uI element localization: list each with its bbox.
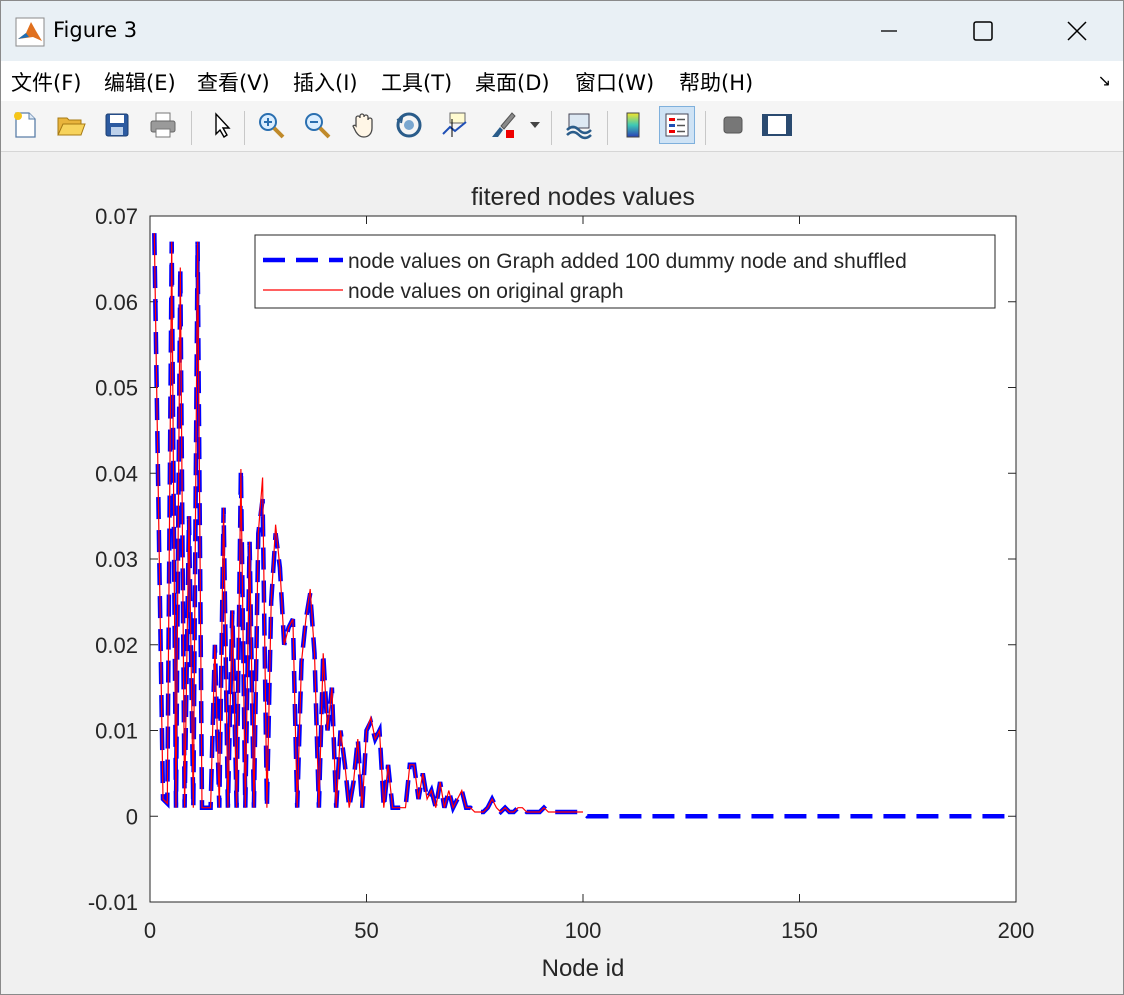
brush-icon[interactable] <box>485 106 521 144</box>
toolbar <box>1 101 1123 152</box>
menu-desktop[interactable]: 桌面(D) <box>475 67 550 97</box>
minimize-icon <box>881 30 897 32</box>
close-icon <box>1067 21 1087 41</box>
close-button[interactable] <box>1031 1 1123 61</box>
y-tick-label: 0 <box>126 804 138 829</box>
line-chart[interactable]: -0.0100.010.020.030.040.050.060.07 0 50 10… <box>1 152 1123 994</box>
menu-help[interactable]: 帮助(H) <box>679 67 753 97</box>
menu-window[interactable]: 窗口(W) <box>575 67 654 97</box>
figure-window: Figure 3 文件(F) 编辑(E) 查看(V) 插入(I) 工具(T) 桌… <box>0 0 1124 995</box>
maximize-button[interactable] <box>937 1 1029 61</box>
y-tick-label: 0.03 <box>95 547 138 572</box>
matlab-logo-icon <box>15 17 45 47</box>
y-tick-label: 0.06 <box>95 290 138 315</box>
y-tick-label: -0.01 <box>88 890 138 915</box>
menu-file[interactable]: 文件(F) <box>11 67 81 97</box>
x-axis-label: Node id <box>542 955 625 982</box>
colorbar-icon[interactable] <box>615 106 651 144</box>
toolbar-separator <box>551 111 552 145</box>
figure-canvas: -0.01 0 0.01 0.02 0.03 0.04 0.05 0.06 0.07 0 50 10… <box>1 152 1123 994</box>
brush-dropdown-icon[interactable] <box>525 106 545 144</box>
legend-label-original: node values on original graph <box>348 280 624 303</box>
menu-tools[interactable]: 工具(T) <box>381 67 452 97</box>
toolbar-separator <box>705 111 706 145</box>
y-tick-label: 0.04 <box>95 461 138 486</box>
y-tick-label: 0.02 <box>95 633 138 658</box>
print-icon[interactable] <box>145 106 181 144</box>
toolbar-separator <box>607 111 608 145</box>
show-plot-tools-icon[interactable] <box>759 106 795 144</box>
dock-arrow-icon[interactable]: ↘ <box>1098 71 1111 90</box>
menu-insert[interactable]: 插入(I) <box>293 67 358 97</box>
menu-bar: 文件(F) 编辑(E) 查看(V) 插入(I) 工具(T) 桌面(D) 窗口(W… <box>1 61 1123 101</box>
title-bar[interactable]: Figure 3 <box>1 1 1123 61</box>
minimize-button[interactable] <box>843 1 935 61</box>
x-tick-label: 100 <box>565 918 602 943</box>
plot-area <box>150 216 1016 902</box>
zoom-out-icon[interactable] <box>299 106 335 144</box>
chart-title: fitered nodes values <box>471 183 695 211</box>
x-tick-label: 0 <box>144 918 156 943</box>
y-tick-label: 0.01 <box>95 719 138 744</box>
link-plot-icon[interactable] <box>561 106 597 144</box>
toolbar-separator <box>244 111 245 145</box>
legend[interactable]: node values on Graph added 100 dummy nod… <box>254 234 996 309</box>
new-file-icon[interactable] <box>7 106 43 144</box>
y-tick-label: 0.05 <box>95 376 138 401</box>
pan-hand-icon[interactable] <box>345 106 381 144</box>
x-tick-label: 50 <box>354 918 378 943</box>
select-arrow-icon[interactable] <box>203 106 239 144</box>
window-title: Figure 3 <box>53 18 138 42</box>
save-icon[interactable] <box>99 106 135 144</box>
x-tick-label: 150 <box>781 918 818 943</box>
y-tick-label: 0.07 <box>95 204 138 229</box>
x-tick-label: 200 <box>998 918 1035 943</box>
legend-label-shuffled: node values on Graph added 100 dummy nod… <box>348 250 907 273</box>
maximize-icon <box>973 21 993 41</box>
toolbar-separator <box>191 111 192 145</box>
menu-edit[interactable]: 编辑(E) <box>104 67 176 97</box>
rotate-3d-icon[interactable] <box>391 106 427 144</box>
hide-plot-tools-icon[interactable] <box>715 106 751 144</box>
menu-view[interactable]: 查看(V) <box>197 67 270 97</box>
zoom-in-icon[interactable] <box>253 106 289 144</box>
legend-icon[interactable] <box>659 106 695 144</box>
open-folder-icon[interactable] <box>53 106 89 144</box>
data-cursor-icon[interactable] <box>437 106 473 144</box>
